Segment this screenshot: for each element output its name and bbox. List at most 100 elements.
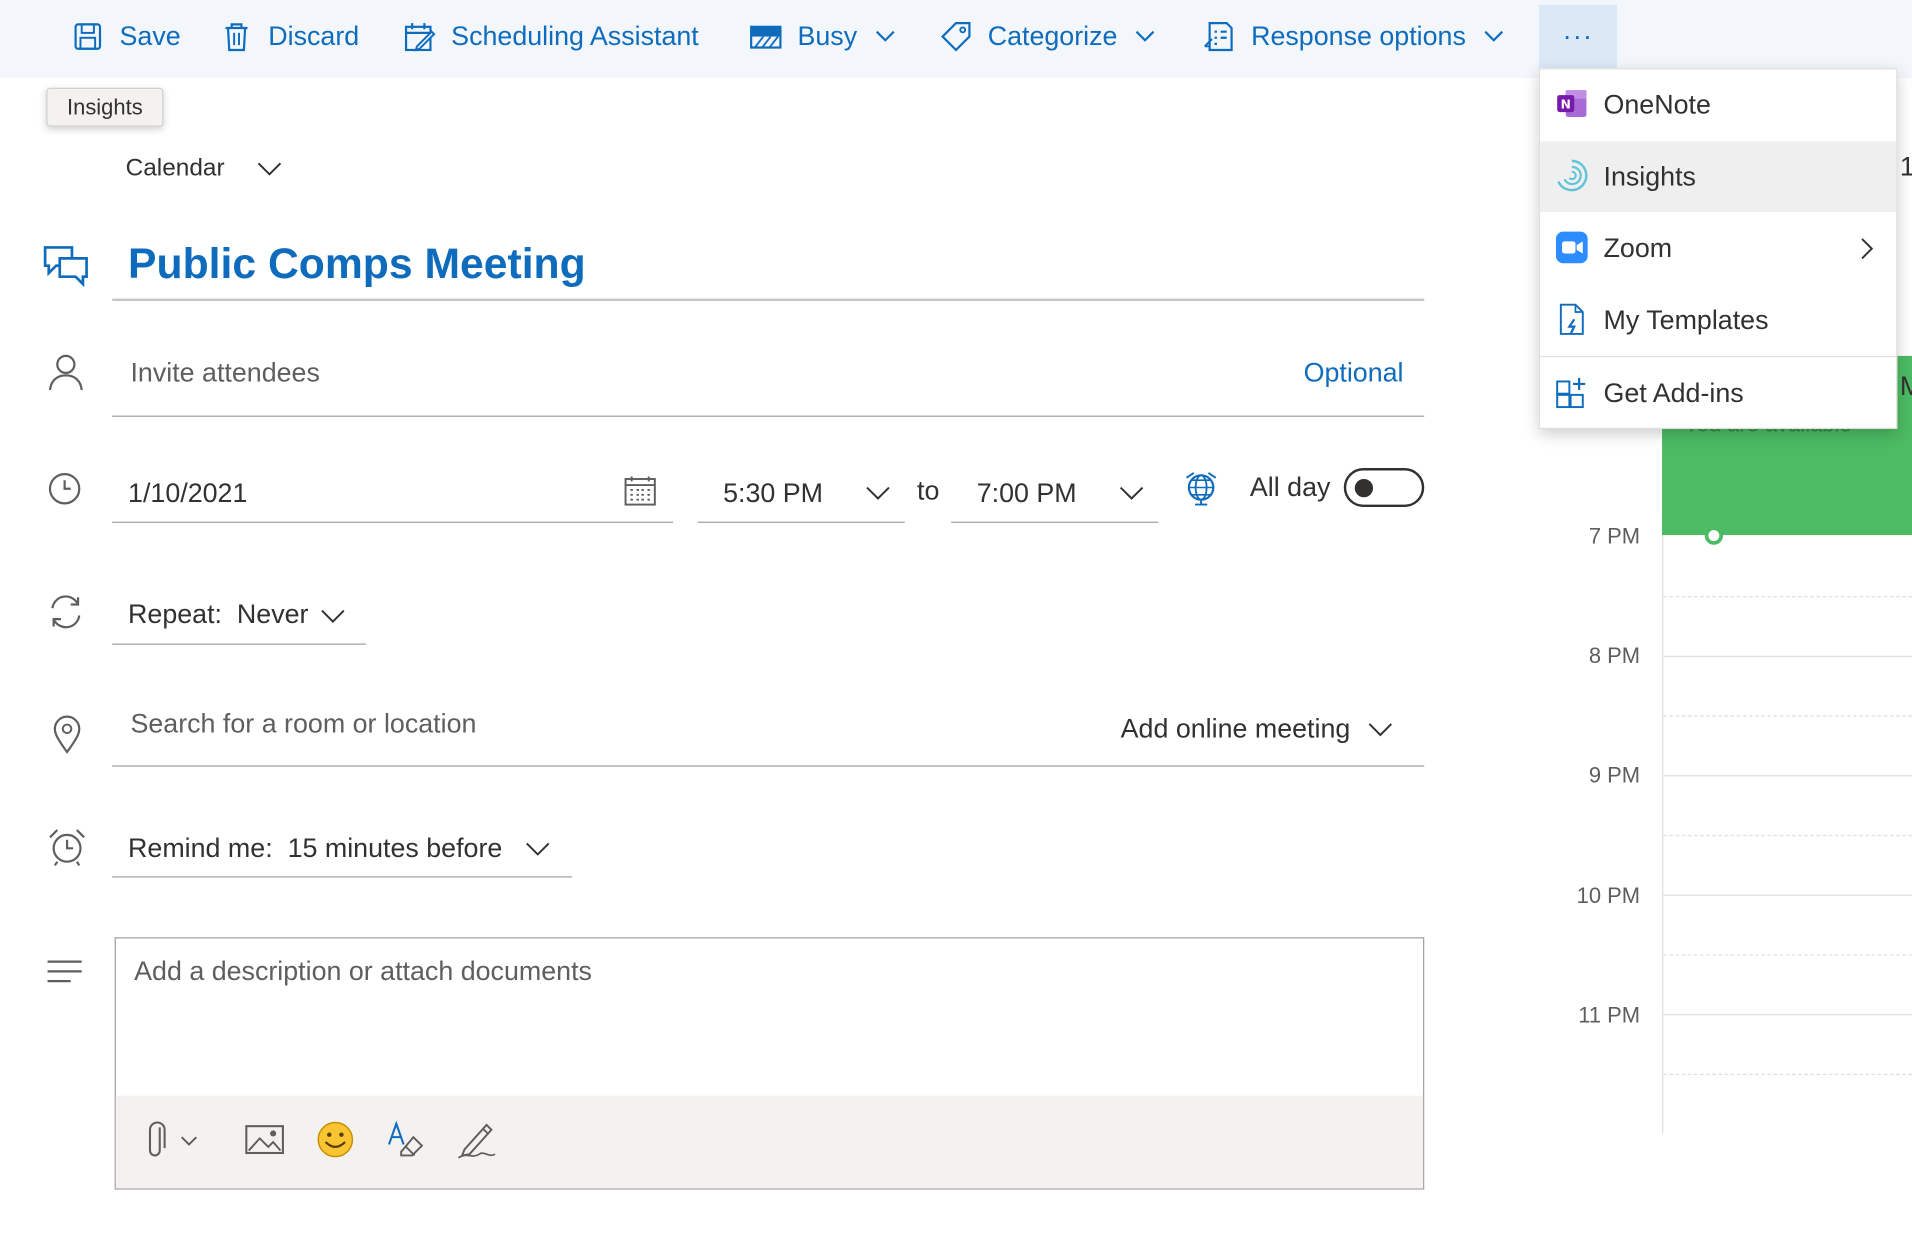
response-options-icon <box>1204 22 1233 52</box>
show-as-dropdown[interactable]: Busy <box>749 15 896 59</box>
chevron-down-icon <box>1369 723 1393 737</box>
chevron-down-icon <box>321 609 345 623</box>
hour-line <box>1663 655 1912 657</box>
menu-item-label: Zoom <box>1603 232 1673 264</box>
tag-icon <box>941 22 971 52</box>
menu-item-label: My Templates <box>1603 304 1769 336</box>
menu-item-my-templates[interactable]: My Templates <box>1540 285 1896 356</box>
response-options-dropdown[interactable]: Response options <box>1202 15 1505 59</box>
all-day-toggle[interactable] <box>1343 468 1425 508</box>
to-label: to <box>916 475 940 506</box>
calendar-picker-icon[interactable] <box>623 474 657 508</box>
hour-line <box>1663 775 1912 777</box>
add-ins-icon <box>1556 377 1586 409</box>
chevron-down-icon <box>1119 486 1144 500</box>
time-zone-globe-icon[interactable] <box>1183 470 1220 507</box>
description-placeholder: Add a description or attach documents <box>134 955 592 987</box>
emoji-icon[interactable] <box>313 1118 357 1162</box>
event-title-text: Public Comps Meeting <box>128 240 586 288</box>
zoom-icon <box>1555 231 1588 264</box>
attach-button[interactable] <box>143 1118 204 1162</box>
edge-glyph-event: M <box>1900 371 1912 403</box>
menu-item-onenote[interactable]: N OneNote <box>1540 69 1896 140</box>
menu-item-label: Get Add-ins <box>1603 377 1744 409</box>
description-lines-icon <box>47 960 82 983</box>
add-online-meeting-label: Add online meeting <box>1120 712 1351 744</box>
optional-attendees-link[interactable]: Optional <box>1304 357 1404 389</box>
half-hour-line <box>1663 954 1912 956</box>
location-field[interactable]: Search for a room or location Add online… <box>112 692 1425 767</box>
command-bar: Save Discard Scheduling Assistant Busy C… <box>0 0 1912 79</box>
hour-label-10pm: 10 PM <box>1576 883 1641 909</box>
repeat-dropdown[interactable]: Repeat: Never <box>112 585 366 645</box>
description-editor[interactable]: Add a description or attach documents <box>114 937 1425 1190</box>
start-time-dropdown[interactable]: 5:30 PM <box>697 463 905 523</box>
templates-icon <box>1559 303 1584 335</box>
calendar-select[interactable]: Calendar <box>126 151 284 185</box>
tooltip-text: Insights <box>67 94 143 119</box>
menu-divider <box>1540 355 1897 358</box>
event-resize-handle[interactable] <box>1704 526 1724 545</box>
chevron-down-icon <box>526 842 550 856</box>
categorize-label: Categorize <box>987 20 1118 52</box>
save-button[interactable]: Save <box>71 15 181 59</box>
scheduling-assistant-button[interactable]: Scheduling Assistant <box>402 15 699 59</box>
more-options-button[interactable]: ··· <box>1538 4 1617 69</box>
signature-icon[interactable] <box>455 1118 499 1162</box>
end-time-value: 7:00 PM <box>976 477 1077 509</box>
toggle-knob <box>1354 478 1374 498</box>
show-as-label: Busy <box>797 20 858 52</box>
trash-icon <box>225 23 248 52</box>
hour-line <box>1663 894 1912 896</box>
chat-bubbles-icon <box>43 246 88 288</box>
hour-label-8pm: 8 PM <box>1588 643 1641 668</box>
hour-label-9pm: 9 PM <box>1588 762 1641 788</box>
hour-label-7pm: 7 PM <box>1588 524 1641 549</box>
menu-item-label: OneNote <box>1603 88 1711 120</box>
chevron-right-icon <box>1861 238 1874 260</box>
edge-glyph-top: 1 <box>1900 151 1912 183</box>
reminder-label: Remind me: <box>128 832 273 863</box>
paperclip-icon <box>148 1121 198 1157</box>
half-hour-line <box>1663 834 1912 837</box>
repeat-label-text: Repeat: <box>128 598 223 629</box>
more-options-menu: N OneNote Insights Zoom My Templates Get… <box>1538 68 1898 430</box>
all-day-label: All day <box>1249 471 1331 503</box>
chevron-down-icon <box>1484 30 1504 42</box>
discard-button[interactable]: Discard <box>219 15 359 59</box>
alarm-clock-icon <box>49 829 85 866</box>
tooltip: Insights <box>46 87 164 127</box>
insights-icon <box>1557 159 1588 192</box>
scheduling-assistant-label: Scheduling Assistant <box>451 20 699 52</box>
repeat-value: Never <box>236 598 309 629</box>
save-icon <box>74 23 102 50</box>
reminder-value: 15 minutes before <box>287 832 503 863</box>
end-time-dropdown[interactable]: 7:00 PM <box>951 463 1159 523</box>
menu-item-zoom[interactable]: Zoom <box>1540 213 1896 284</box>
categorize-dropdown[interactable]: Categorize <box>939 15 1157 59</box>
half-hour-line <box>1663 715 1912 717</box>
image-icon[interactable] <box>243 1118 287 1162</box>
chevron-down-icon <box>875 30 895 42</box>
discard-label: Discard <box>268 20 360 52</box>
format-icon[interactable] <box>384 1118 428 1162</box>
start-date-field[interactable]: 1/10/2021 <box>112 463 674 523</box>
repeat-label: Repeat: Never <box>128 598 308 630</box>
add-online-meeting-dropdown[interactable]: Add online meeting <box>1121 711 1395 748</box>
start-date-value: 1/10/2021 <box>128 477 248 509</box>
invite-attendees-field[interactable]: Invite attendees Optional <box>112 327 1425 417</box>
format-toolbar <box>115 1095 1424 1189</box>
day-view-gridline <box>1662 511 1664 1134</box>
location-placeholder: Search for a room or location <box>130 708 477 739</box>
scheduling-assistant-icon <box>404 23 436 52</box>
event-title-field[interactable]: Public Comps Meeting <box>112 234 1425 302</box>
busy-status-icon <box>750 25 782 49</box>
menu-item-insights[interactable]: Insights <box>1540 141 1897 213</box>
chevron-down-icon <box>1136 30 1155 42</box>
chevron-down-icon <box>258 162 282 176</box>
location-pin-icon <box>53 715 81 754</box>
half-hour-line <box>1663 595 1912 598</box>
menu-item-get-add-ins[interactable]: Get Add-ins <box>1540 358 1896 429</box>
reminder-dropdown[interactable]: Remind me: 15 minutes before <box>112 818 572 878</box>
response-options-label: Response options <box>1251 20 1466 52</box>
